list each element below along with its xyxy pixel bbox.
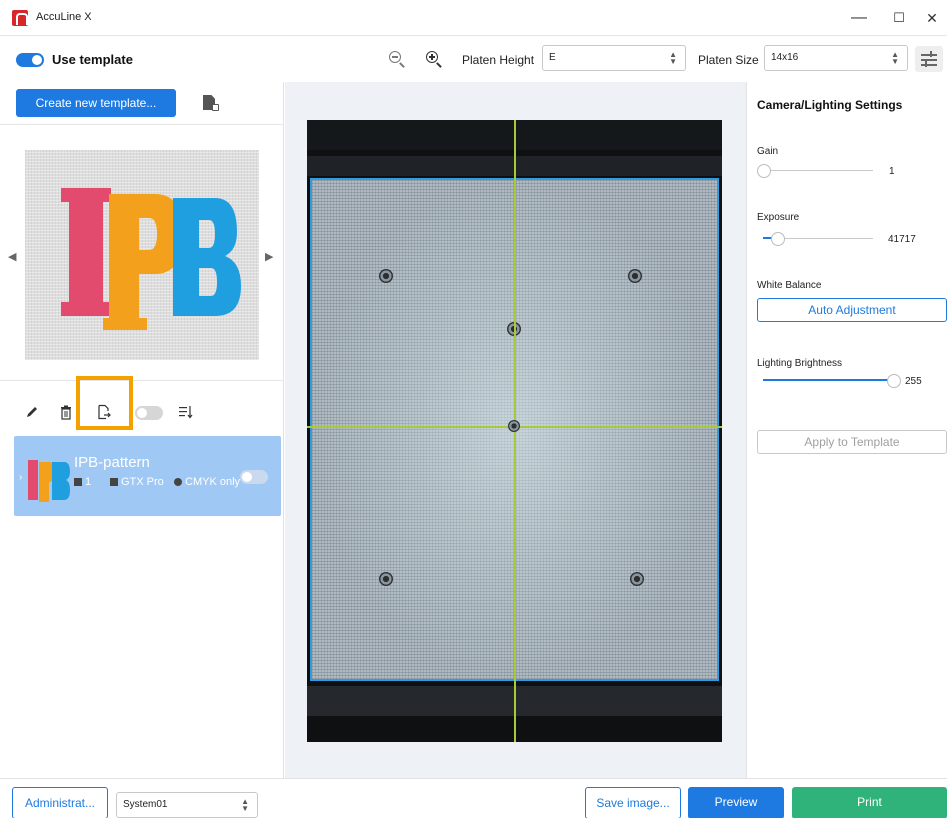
zoom-in-icon[interactable] [424, 49, 444, 69]
select-arrows-icon: ▲ ▼ [891, 50, 899, 66]
template-name: IPB-pattern [74, 454, 150, 471]
camera-settings-panel: Camera/Lighting Settings Gain 1 Exposure… [746, 82, 947, 778]
white-balance-label: White Balance [757, 280, 822, 291]
lighting-brightness-label: Lighting Brightness [757, 358, 843, 369]
bottom-bar: Administrat... System01 ▲ ▼ Save image...… [0, 778, 947, 818]
import-badge-icon [212, 104, 219, 111]
platen-size-label: Platen Size [698, 53, 759, 67]
camera-view-area [285, 82, 746, 778]
platen-screw [630, 572, 644, 586]
platen-screw [628, 269, 642, 283]
template-mode: CMYK only [174, 476, 240, 488]
settings-sliders-icon[interactable] [915, 46, 943, 72]
export-highlight-box [76, 376, 133, 430]
delete-trash-icon[interactable] [58, 404, 74, 420]
auto-adjustment-button[interactable]: Auto Adjustment [757, 298, 947, 322]
exposure-slider[interactable] [763, 232, 873, 246]
camera-image[interactable] [307, 120, 722, 742]
title-bar: AccuLine X — ☐ ✕ [0, 0, 947, 36]
template-preview-image [25, 150, 259, 360]
window-title: AccuLine X [36, 11, 92, 23]
zoom-out-icon[interactable] [387, 49, 407, 69]
gain-value: 1 [889, 166, 895, 177]
administrator-button[interactable]: Administrat... [12, 787, 108, 818]
template-printer: GTX Pro [110, 476, 164, 488]
exposure-slider-thumb[interactable] [771, 232, 785, 246]
select-arrows-icon: ▲ ▼ [241, 797, 249, 813]
close-button[interactable]: ✕ [919, 6, 945, 30]
platen-size-value: 14x16 [771, 52, 799, 63]
divider [0, 124, 284, 125]
lighting-brightness-value: 255 [905, 376, 922, 387]
template-actions [0, 382, 284, 438]
apply-to-template-button[interactable]: Apply to Template [757, 430, 947, 454]
exposure-label: Exposure [757, 212, 800, 223]
template-panel: Create new template... ◀ ▶ › IPB-pattern… [0, 82, 284, 778]
template-count: 1 [74, 476, 91, 488]
gain-label: Gain [757, 146, 779, 157]
platen-height-value: E [549, 52, 556, 63]
previous-arrow-icon[interactable]: ◀ [8, 250, 16, 263]
select-arrows-icon: ▲ ▼ [669, 50, 677, 66]
lighting-slider-thumb[interactable] [887, 374, 901, 388]
template-item-toggle[interactable] [240, 470, 268, 484]
gain-slider-thumb[interactable] [757, 164, 771, 178]
edit-pencil-icon[interactable] [24, 404, 40, 420]
gain-slider[interactable] [757, 164, 873, 178]
template-list-item[interactable]: › IPB-pattern 1 GTX Pro CMYK only [14, 436, 281, 516]
minimize-button[interactable]: — [846, 6, 872, 30]
use-template-toggle[interactable] [16, 53, 44, 67]
maximize-button[interactable]: ☐ [886, 6, 912, 30]
platen-size-select[interactable]: 14x16 ▲ ▼ [764, 45, 908, 71]
next-arrow-icon[interactable]: ▶ [265, 250, 273, 263]
toolbar: Use template Platen Height E ▲ ▼ Platen S… [0, 36, 947, 82]
divider [0, 380, 284, 381]
expand-chevron-icon[interactable]: › [19, 472, 22, 483]
system-value: System01 [123, 799, 168, 810]
ipb-logo [61, 188, 241, 330]
create-template-button[interactable]: Create new template... [16, 89, 176, 117]
lighting-brightness-slider[interactable] [763, 374, 901, 388]
exposure-value: 41717 [888, 234, 916, 245]
template-thumbnail [28, 460, 70, 502]
image-icon [74, 478, 82, 486]
preview-button[interactable]: Preview [688, 787, 784, 818]
platen-height-select[interactable]: E ▲ ▼ [542, 45, 686, 71]
save-image-button[interactable]: Save image... [585, 787, 681, 818]
use-template-label: Use template [52, 52, 133, 67]
center-marker [508, 420, 520, 432]
app-logo-icon [12, 10, 28, 26]
platen-height-label: Platen Height [462, 53, 535, 67]
ink-drop-icon [174, 478, 182, 486]
platen-screw [379, 572, 393, 586]
print-button[interactable]: Print [792, 787, 947, 818]
platen-screw [379, 269, 393, 283]
printer-icon [110, 478, 118, 486]
system-select[interactable]: System01 ▲ ▼ [116, 792, 258, 818]
settings-title: Camera/Lighting Settings [757, 98, 903, 112]
sort-icon[interactable] [178, 404, 194, 420]
template-enable-toggle[interactable] [135, 406, 163, 420]
